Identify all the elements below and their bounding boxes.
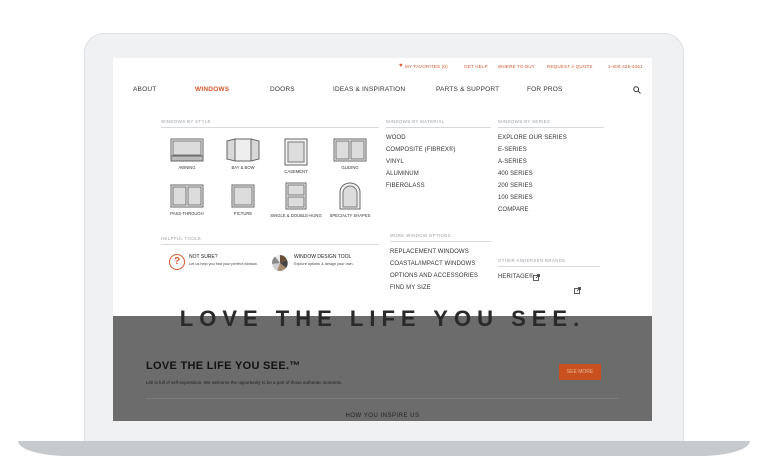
style-gliding[interactable]: GLIDING xyxy=(320,138,380,170)
series-link[interactable]: EXPLORE OUR SERIES xyxy=(498,135,567,141)
style-label: PASS-THROUGH xyxy=(170,211,204,216)
design-tool-desc: Explore options & design your own. xyxy=(294,262,354,266)
color-wheel-icon xyxy=(272,255,288,271)
divider xyxy=(386,127,491,128)
hero-title: LOVE THE LIFE YOU SEE.™ xyxy=(146,360,301,372)
casement-window-icon xyxy=(284,138,308,166)
style-label: PICTURE xyxy=(233,211,253,216)
external-link-icon[interactable] xyxy=(574,287,581,294)
nav-doors[interactable]: DOORS xyxy=(270,86,295,93)
material-link[interactable]: VINYL xyxy=(386,159,404,165)
bay-window-icon xyxy=(226,138,260,162)
style-label: SINGLE & DOUBLE-HUNG xyxy=(270,213,322,218)
awning-window-icon xyxy=(170,138,204,162)
external-link-icon xyxy=(533,274,540,281)
see-more-button[interactable]: SEE MORE xyxy=(559,364,601,380)
divider xyxy=(390,241,491,242)
heart-icon: ♥ xyxy=(399,63,403,69)
more-option-link[interactable]: OPTIONS AND ACCESSORIES xyxy=(390,273,478,279)
style-label: SPECIALTY SHAPES xyxy=(329,213,371,218)
material-link[interactable]: COMPOSITE (FIBREX®) xyxy=(386,147,456,153)
series-link[interactable]: 400 SERIES xyxy=(498,171,533,177)
specialty-window-icon xyxy=(339,182,361,210)
more-option-link[interactable]: FIND MY SIZE xyxy=(390,285,431,291)
inspire-heading: HOW YOU INSPIRE US xyxy=(345,413,420,419)
hero-description: Life is full of self-expression. We welc… xyxy=(146,380,343,385)
style-picture[interactable]: PICTURE xyxy=(213,184,273,216)
section-windows-by-style: WINDOWS BY STYLE xyxy=(161,119,211,124)
material-link[interactable]: FIBERGLASS xyxy=(386,183,425,189)
series-link[interactable]: 200 SERIES xyxy=(498,183,533,189)
nav-windows[interactable]: WINDOWS xyxy=(195,86,229,93)
material-link[interactable]: ALUMINUM xyxy=(386,171,419,177)
double-hung-window-icon xyxy=(285,182,307,210)
divider xyxy=(498,266,600,267)
section-helpful-tools: HELPFUL TOOLS xyxy=(161,236,201,241)
nav-parts-support[interactable]: PARTS & SUPPORT xyxy=(436,86,499,93)
series-link[interactable]: A-SERIES xyxy=(498,159,527,165)
nav-about[interactable]: ABOUT xyxy=(133,86,156,93)
style-pass-through[interactable]: PASS-THROUGH xyxy=(157,184,217,216)
divider xyxy=(161,244,379,245)
section-windows-by-series: WINDOWS BY SERIES xyxy=(498,119,551,124)
phone-link[interactable]: 1-800-426-4261 xyxy=(608,64,643,69)
series-link[interactable]: E-SERIES xyxy=(498,147,527,153)
heritage-link[interactable]: HERITAGE® xyxy=(498,274,534,280)
more-option-link[interactable]: REPLACEMENT WINDOWS xyxy=(390,249,469,255)
divider xyxy=(498,127,604,128)
gliding-window-icon xyxy=(333,138,367,162)
style-specialty-shapes[interactable]: SPECIALTY SHAPES xyxy=(320,182,380,218)
style-label: CASEMENT xyxy=(284,169,308,174)
style-single-double-hung[interactable]: SINGLE & DOUBLE-HUNG xyxy=(266,182,326,218)
series-link[interactable]: 100 SERIES xyxy=(498,195,533,201)
favorites-link[interactable]: MY FAVORITES (0) xyxy=(405,64,448,69)
get-help-link[interactable]: GET HELP xyxy=(464,64,488,69)
style-label: BAY & BOW xyxy=(231,165,255,170)
style-bay-bow[interactable]: BAY & BOW xyxy=(213,138,273,170)
style-label: GLIDING xyxy=(341,165,359,170)
style-casement[interactable]: CASEMENT xyxy=(266,138,326,174)
section-other-brands: OTHER ANDERSEN BRANDS xyxy=(498,258,566,263)
section-more-window-options: MORE WINDOW OPTIONS xyxy=(390,233,452,238)
request-quote-link[interactable]: REQUEST A QUOTE xyxy=(547,64,593,69)
hero-headline: LOVE THE LIFE YOU SEE. xyxy=(179,306,586,331)
style-awning[interactable]: AWNING xyxy=(157,138,217,170)
nav-ideas[interactable]: IDEAS & INSPIRATION xyxy=(333,86,405,93)
series-link[interactable]: COMPARE xyxy=(498,207,529,213)
question-icon: ? xyxy=(169,254,185,270)
screen: ♥ MY FAVORITES (0) GET HELP WHERE TO BUY… xyxy=(113,58,652,421)
not-sure-desc: Let us help you find your perfect window… xyxy=(189,262,258,266)
not-sure-title: NOT SURE? xyxy=(189,254,218,260)
nav-for-pros[interactable]: FOR PROS xyxy=(527,86,563,93)
more-option-link[interactable]: COASTAL/IMPACT WINDOWS xyxy=(390,261,476,267)
divider xyxy=(146,398,619,399)
pass-through-window-icon xyxy=(170,184,204,208)
section-windows-by-material: WINDOWS BY MATERIAL xyxy=(386,119,445,124)
material-link[interactable]: WOOD xyxy=(386,135,406,141)
design-tool-title: WINDOW DESIGN TOOL xyxy=(294,254,352,260)
divider xyxy=(161,127,379,128)
where-to-buy-link[interactable]: WHERE TO BUY xyxy=(498,64,535,69)
laptop-base xyxy=(18,441,750,456)
search-icon[interactable] xyxy=(633,86,641,94)
picture-window-icon xyxy=(231,184,255,208)
style-label: AWNING xyxy=(178,165,196,170)
